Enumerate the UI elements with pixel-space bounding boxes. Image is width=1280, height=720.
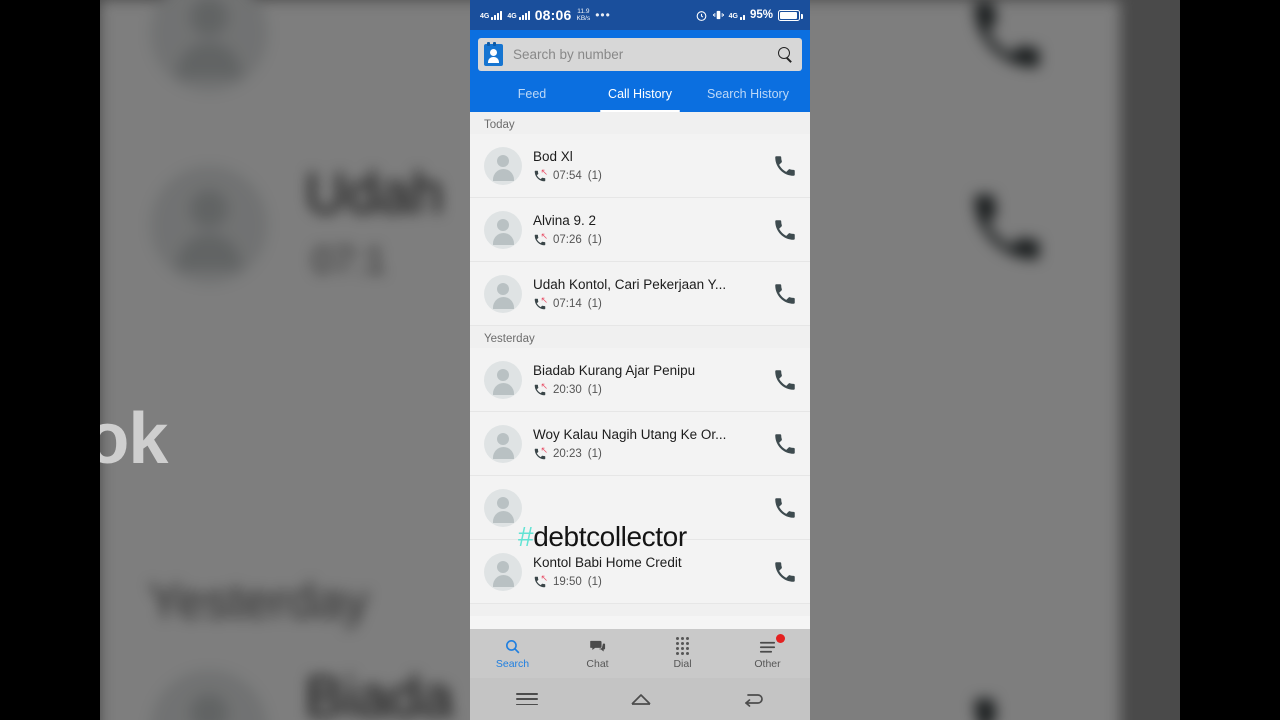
avatar	[484, 488, 522, 527]
avatar	[484, 360, 522, 399]
bottom-navigation: Search Chat Dial Other	[470, 629, 810, 678]
avatar	[484, 146, 522, 185]
signal-icon-sim2: 4G	[507, 10, 530, 20]
call-count: (1)	[587, 297, 602, 310]
signal-icon-sim1: 4G	[480, 10, 503, 20]
contact-book-icon[interactable]	[484, 42, 503, 66]
day-label-today: Today	[470, 112, 810, 134]
call-count: (1)	[587, 383, 602, 396]
table-row[interactable]: Alvina 9. 2 ↖ 07:26 (1)	[470, 198, 810, 262]
chat-bubble-icon	[589, 638, 607, 655]
avatar	[484, 424, 522, 463]
status-clock: 08:06	[534, 7, 572, 23]
avatar	[484, 552, 522, 591]
contact-name: Woy Kalau Nagih Utang Ke Or...	[533, 426, 727, 442]
tab-search-history[interactable]: Search History	[694, 75, 802, 112]
day-label-yesterday: Yesterday	[470, 326, 810, 348]
letterbox-right	[1180, 0, 1280, 720]
contact-name: Udah Kontol, Cari Pekerjaan Y...	[533, 276, 727, 292]
missed-incoming-call-icon: ↖	[533, 231, 548, 247]
bg-row-time: 07:1	[312, 240, 386, 282]
bg-row-name: Udah	[305, 161, 444, 226]
letterbox-left	[0, 0, 100, 720]
nav-item-chat[interactable]: Chat	[555, 629, 640, 678]
nav-item-other[interactable]: Other	[725, 629, 810, 678]
call-count: (1)	[587, 447, 602, 460]
nav-label: Search	[495, 657, 530, 670]
avatar	[484, 274, 522, 313]
call-time: 19:50	[553, 575, 582, 588]
back-button[interactable]	[742, 690, 764, 708]
recents-button[interactable]	[515, 690, 538, 708]
bg-row-name: Biada	[305, 665, 454, 720]
tab-feed[interactable]: Feed	[478, 75, 586, 112]
missed-incoming-call-icon: ↖	[533, 381, 548, 397]
missed-incoming-call-icon: ↖	[533, 445, 548, 461]
bg-day-label: Yesterday	[148, 573, 369, 629]
call-back-button[interactable]	[772, 431, 798, 457]
missed-incoming-call-icon: ↖	[533, 295, 548, 311]
nav-label: Chat	[586, 657, 609, 670]
battery-icon	[778, 9, 803, 21]
notification-badge	[776, 633, 785, 643]
call-time: 07:54	[553, 169, 582, 182]
contact-name: Kontol Babi Home Credit	[533, 554, 682, 570]
call-time: 07:26	[553, 233, 582, 246]
call-back-button[interactable]	[772, 367, 798, 393]
hashtag-symbol: #	[518, 521, 534, 552]
notification-overflow-icon: •••	[595, 8, 611, 22]
contact-name: Biadab Kurang Ajar Penipu	[533, 362, 696, 378]
call-back-button[interactable]	[772, 281, 798, 307]
contact-name: Alvina 9. 2	[533, 212, 597, 228]
call-back-button[interactable]	[772, 559, 798, 585]
home-button[interactable]	[629, 690, 651, 708]
data-rate: 11.9 KB/s	[576, 8, 591, 22]
hashtag-text: debtcollector	[533, 521, 687, 552]
call-count: (1)	[587, 233, 602, 246]
call-back-button[interactable]	[772, 217, 798, 243]
4g-data-icon: 4G	[729, 10, 745, 20]
vibrate-icon	[712, 10, 724, 20]
search-icon[interactable]	[778, 47, 793, 62]
phone-screenshot: 4G 4G 08:06 11.9 KB/s ••• 4G 95% Search …	[470, 0, 810, 720]
call-time: 20:30	[553, 383, 582, 396]
missed-incoming-call-icon: ↖	[533, 167, 548, 183]
screenshot-stage: Udah 07:1 Yesterday Biada 20: Woy k	[0, 0, 1280, 720]
call-back-button[interactable]	[772, 495, 798, 521]
table-row[interactable]: Biadab Kurang Ajar Penipu ↖ 20:30 (1)	[470, 348, 810, 412]
hashtag-caption: #debtcollector	[518, 521, 687, 553]
search-input[interactable]: Search by number	[513, 47, 768, 62]
nav-item-search[interactable]: Search	[470, 629, 555, 678]
nav-item-dial[interactable]: Dial	[640, 629, 725, 678]
status-bar: 4G 4G 08:06 11.9 KB/s ••• 4G 95%	[470, 0, 810, 30]
call-time: 07:14	[553, 297, 582, 310]
menu-lines-icon	[758, 633, 785, 655]
tab-bar: Feed Call History Search History	[478, 75, 802, 112]
search-icon	[504, 638, 521, 655]
call-count: (1)	[587, 575, 602, 588]
battery-percent: 95%	[749, 9, 773, 21]
alarm-clock-icon	[696, 10, 706, 21]
table-row[interactable]: Bod Xl ↖ 07:54 (1)	[470, 134, 810, 198]
table-row[interactable]: Udah Kontol, Cari Pekerjaan Y... ↖ 07:14…	[470, 262, 810, 326]
dialpad-icon	[675, 636, 690, 656]
search-bar[interactable]: Search by number	[478, 38, 802, 71]
app-header: Search by number Feed Call History Searc…	[470, 30, 810, 112]
contact-name: Bod Xl	[533, 148, 573, 164]
table-row[interactable]: Woy Kalau Nagih Utang Ke Or... ↖ 20:23 (…	[470, 412, 810, 476]
android-nav-bar	[470, 678, 810, 720]
tab-call-history[interactable]: Call History	[586, 75, 694, 112]
call-count: (1)	[587, 169, 602, 182]
nav-label: Dial	[673, 657, 692, 670]
avatar	[484, 210, 522, 249]
call-time: 20:23	[553, 447, 582, 460]
call-back-button[interactable]	[772, 153, 798, 179]
missed-incoming-call-icon: ↖	[533, 573, 548, 589]
nav-label: Other	[754, 657, 781, 670]
